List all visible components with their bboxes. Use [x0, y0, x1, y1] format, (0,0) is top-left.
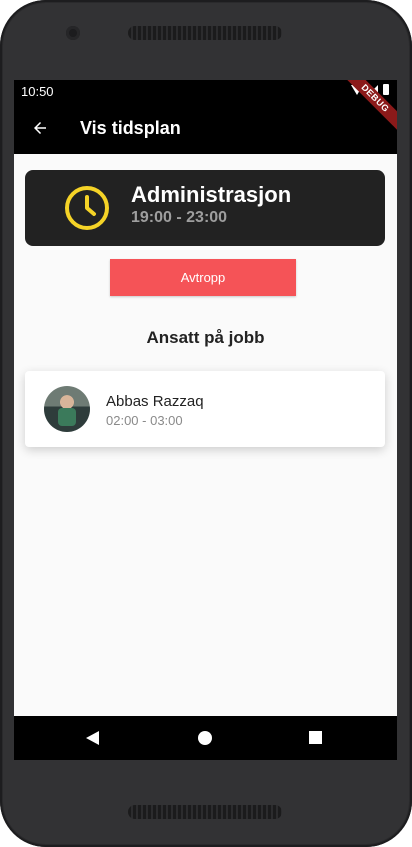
- page-title: Vis tidsplan: [80, 117, 181, 138]
- bottom-speaker: [128, 805, 282, 819]
- section-heading: Ansatt på jobb: [146, 328, 265, 347]
- nav-home-icon[interactable]: [198, 731, 212, 745]
- status-time: 10:50: [21, 84, 54, 99]
- shift-time: 19:00 - 23:00: [131, 209, 228, 226]
- arrow-back-icon: [34, 122, 46, 134]
- nav-recents-icon[interactable]: [309, 731, 322, 744]
- front-camera: [66, 26, 80, 40]
- status-bar: 10:50: [14, 80, 397, 102]
- back-button[interactable]: [14, 102, 66, 154]
- clock-icon: [65, 186, 109, 230]
- top-speaker: [128, 26, 282, 40]
- app-screen: 10:50 DEBUG Vis tidsplan Administrasjon: [14, 80, 397, 760]
- avatar: [44, 386, 90, 432]
- nav-back-icon[interactable]: [86, 731, 99, 745]
- battery-icon: [383, 84, 389, 95]
- phone-frame: 10:50 DEBUG Vis tidsplan Administrasjon: [0, 0, 412, 847]
- employee-card[interactable]: Abbas Razzaq 02:00 - 03:00: [25, 371, 385, 447]
- checkout-button[interactable]: Avtropp: [110, 259, 296, 296]
- employee-shift-time: 02:00 - 03:00: [106, 413, 183, 428]
- app-bar: Vis tidsplan: [14, 102, 397, 154]
- employee-name: Abbas Razzaq: [106, 393, 204, 410]
- system-nav-bar: [14, 716, 397, 760]
- shift-card: Administrasjon 19:00 - 23:00: [25, 170, 385, 246]
- shift-name: Administrasjon: [131, 182, 292, 207]
